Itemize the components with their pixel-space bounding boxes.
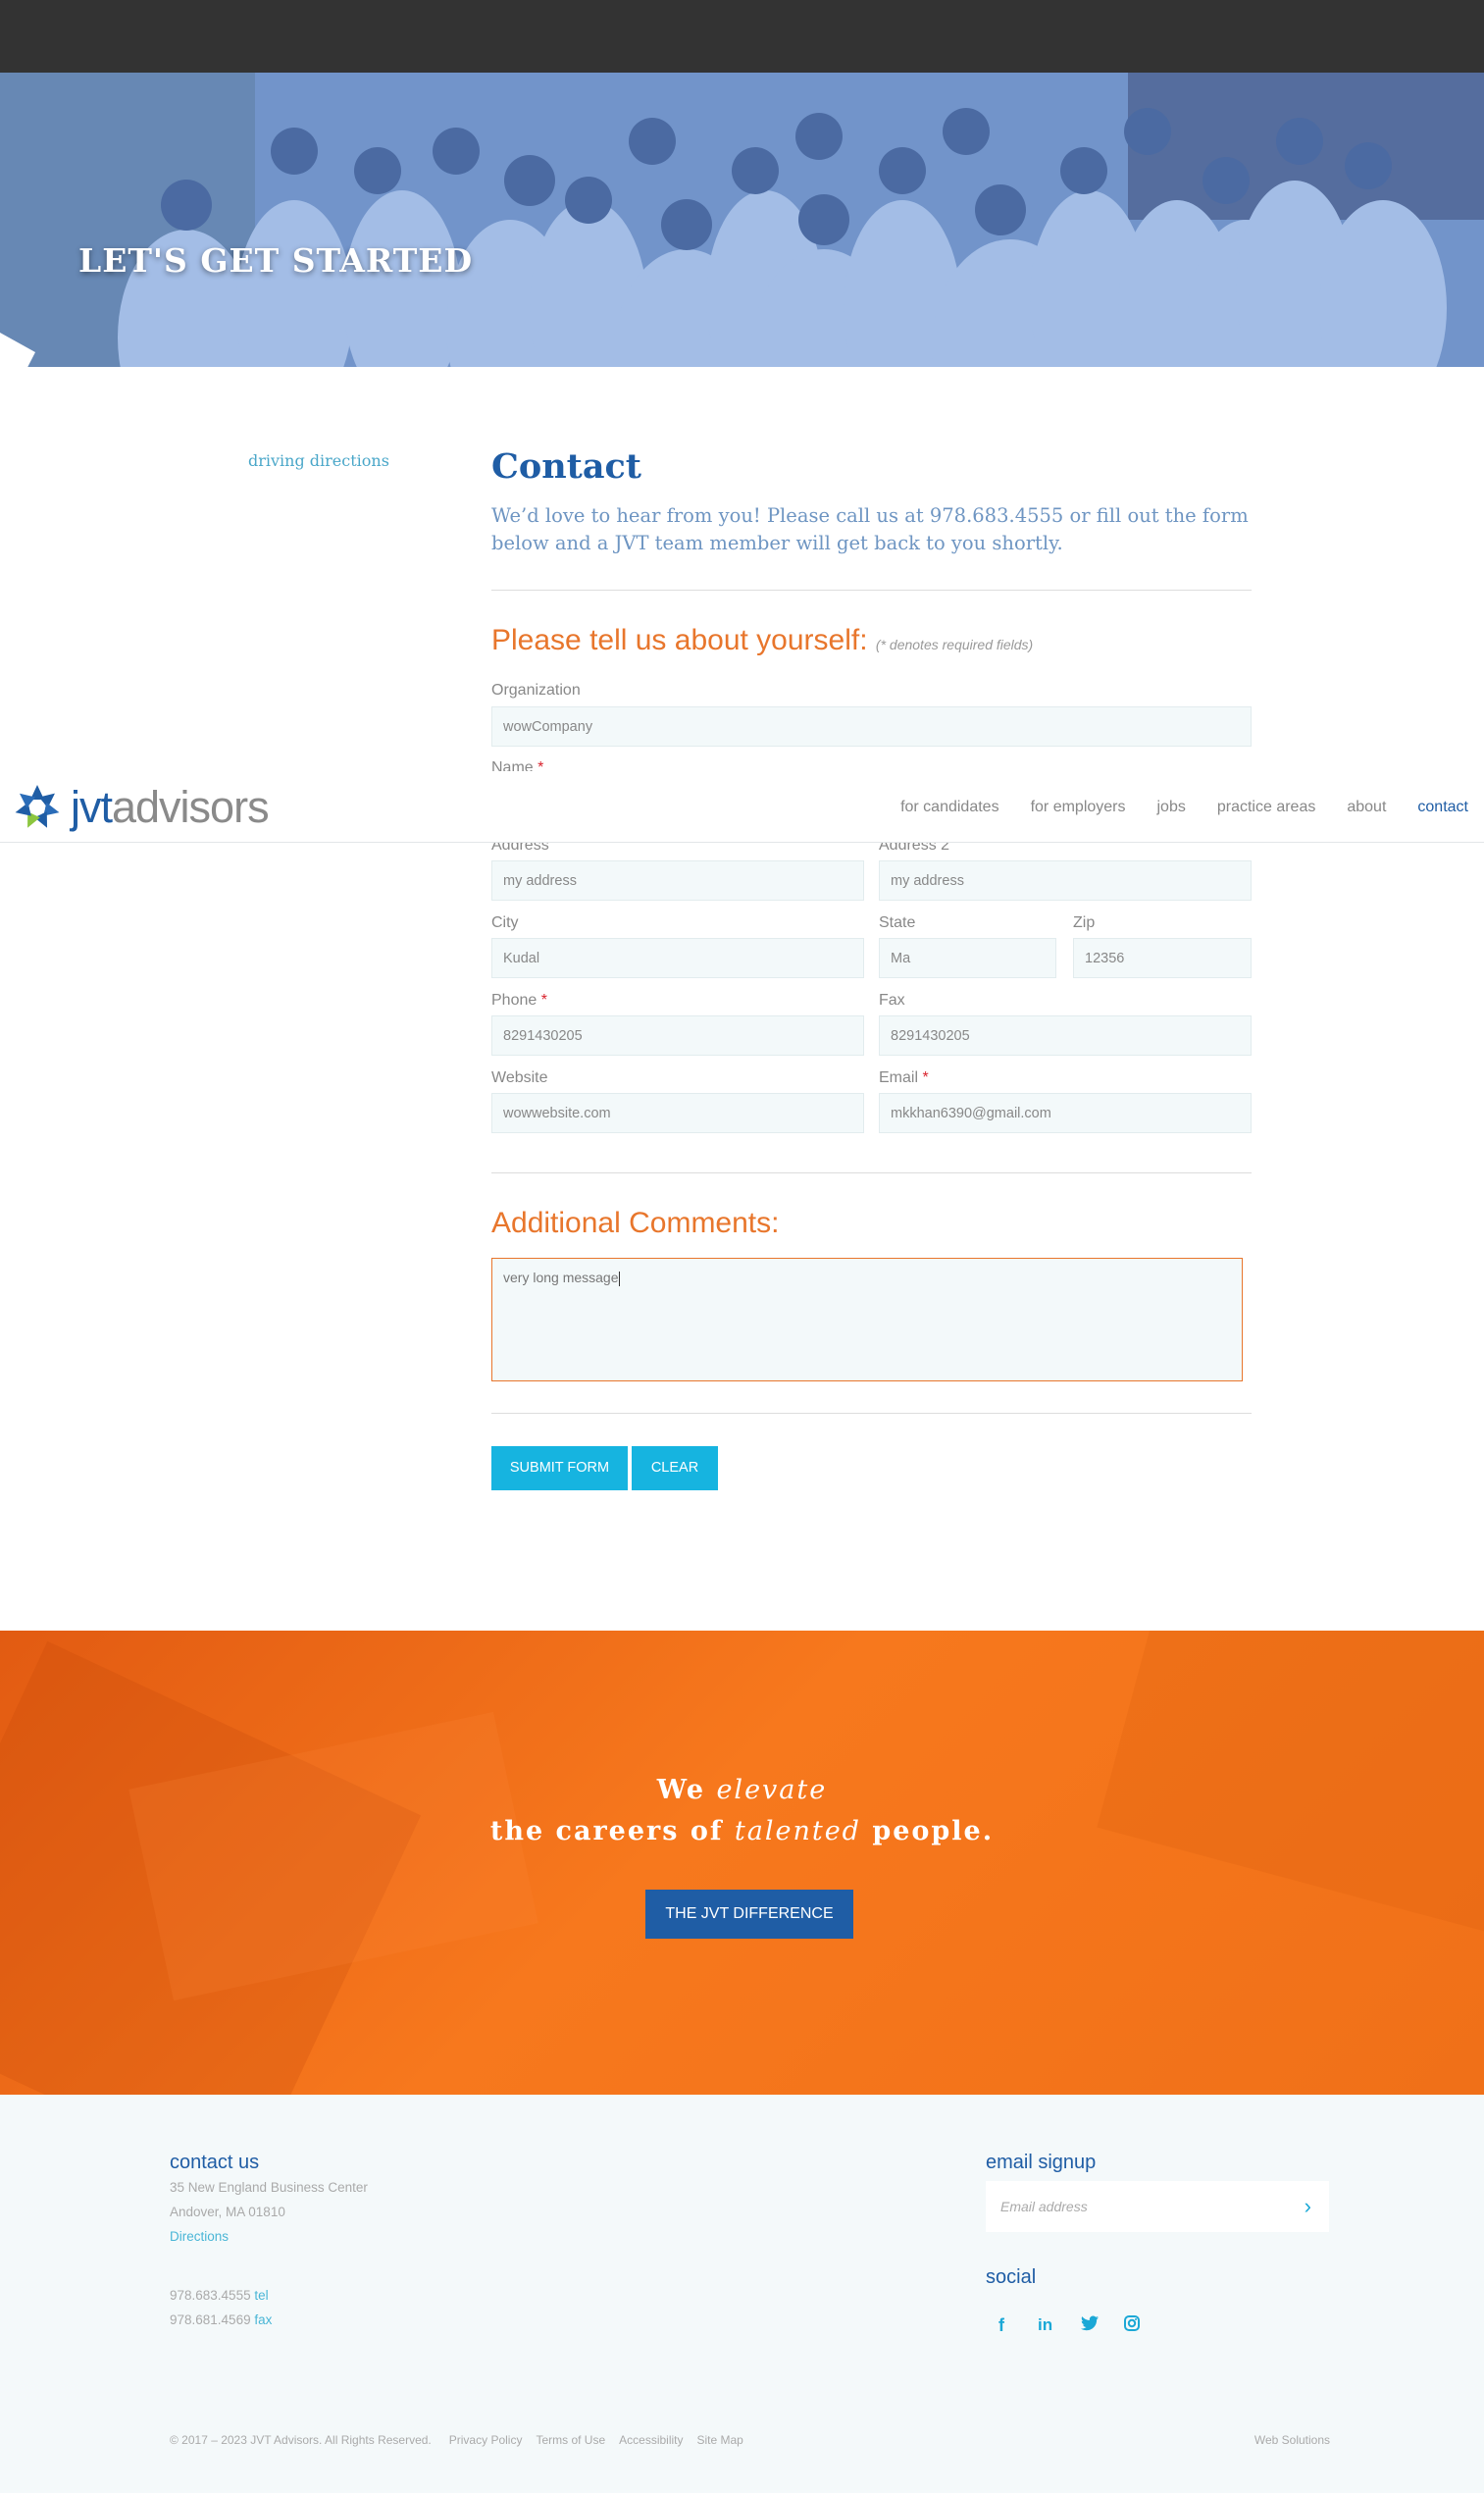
- twitter-icon[interactable]: [1081, 2315, 1099, 2336]
- copyright: © 2017 – 2023 JVT Advisors. All Rights R…: [170, 2433, 432, 2447]
- name-label: Name *: [491, 759, 543, 771]
- comments-textarea[interactable]: very long message: [491, 1258, 1243, 1381]
- email-label: Email *: [879, 1069, 929, 1087]
- facebook-icon[interactable]: f: [998, 2315, 1004, 2336]
- hero-banner: LET'S GET STARTED: [0, 73, 1484, 367]
- state-field[interactable]: Ma: [879, 938, 1056, 978]
- city-label: City: [491, 914, 519, 931]
- site-map-link[interactable]: Site Map: [697, 2433, 743, 2447]
- linkedin-icon[interactable]: in: [1038, 2315, 1052, 2335]
- nav-item-jobs[interactable]: jobs: [1157, 799, 1186, 816]
- zip-field[interactable]: 12356: [1073, 938, 1252, 978]
- fax-label: Fax: [879, 992, 905, 1009]
- nav-item-about[interactable]: about: [1347, 799, 1386, 816]
- comments-value: very long message: [503, 1270, 619, 1285]
- email-field[interactable]: mkkhan6390@gmail.com: [879, 1093, 1252, 1133]
- jvt-difference-button[interactable]: THE JVT DIFFERENCE: [645, 1890, 853, 1939]
- phone-label: Phone *: [491, 992, 547, 1010]
- form-section-title: Please tell us about yourself: (* denote…: [491, 624, 1033, 657]
- address-field[interactable]: my address: [491, 860, 864, 901]
- phone-label-text: Phone: [491, 992, 537, 1009]
- nav-item-contact[interactable]: contact: [1417, 799, 1468, 816]
- fax-field[interactable]: 8291430205: [879, 1015, 1252, 1056]
- cta-emphasis: elevate: [716, 1775, 828, 1805]
- site-navbar: jvtadvisors for candidates for employers…: [0, 772, 1484, 843]
- logo-jvt: jvt: [71, 782, 113, 832]
- footer-contact-title: contact us: [170, 2152, 260, 2173]
- footer-legal-row: © 2017 – 2023 JVT Advisors. All Rights R…: [170, 2433, 743, 2447]
- instagram-icon[interactable]: [1124, 2315, 1140, 2336]
- email-signup-input[interactable]: Email address ›: [986, 2181, 1329, 2232]
- contact-intro: We’d love to hear from you! Please call …: [491, 504, 1249, 554]
- tel-label: tel: [254, 2288, 269, 2303]
- hero-tint: [0, 73, 1484, 367]
- footer-tel: 978.683.4555 tel: [170, 2288, 269, 2303]
- name-label-text: Name: [491, 759, 534, 771]
- organization-field[interactable]: wowCompany: [491, 706, 1252, 747]
- divider: [491, 1172, 1252, 1173]
- footer-fax: 978.681.4569 fax: [170, 2312, 272, 2327]
- address2-field[interactable]: my address: [879, 860, 1252, 901]
- accessibility-link[interactable]: Accessibility: [619, 2433, 683, 2447]
- fax-label: fax: [254, 2312, 273, 2327]
- cta-band: [0, 1631, 1484, 2095]
- text-caret: [618, 1271, 620, 1286]
- phone-field[interactable]: 8291430205: [491, 1015, 864, 1056]
- comments-title: Additional Comments:: [491, 1207, 780, 1239]
- clear-button[interactable]: CLEAR: [632, 1446, 718, 1490]
- divider: [491, 1413, 1252, 1414]
- web-solutions-link[interactable]: Web Solutions: [1254, 2433, 1330, 2447]
- cta-line-2: the careers of talented people.: [0, 1816, 1484, 1846]
- website-label: Website: [491, 1069, 548, 1086]
- hero-accent-triangle: [0, 333, 35, 367]
- social-title: social: [986, 2266, 1037, 2288]
- footer-directions-link[interactable]: Directions: [170, 2229, 229, 2244]
- divider: [491, 590, 1252, 591]
- organization-label: Organization: [491, 682, 581, 699]
- top-bar: [0, 0, 1484, 73]
- page-title: Contact: [491, 446, 641, 487]
- privacy-policy-link[interactable]: Privacy Policy: [449, 2433, 523, 2447]
- jvt-star-logo-icon: [15, 785, 60, 828]
- zip-label: Zip: [1073, 914, 1096, 931]
- nav-item-for-candidates[interactable]: for candidates: [900, 799, 999, 816]
- email-signup-title: email signup: [986, 2152, 1097, 2173]
- footer-address-line2: Andover, MA 01810: [170, 2205, 285, 2219]
- required-star: *: [537, 759, 544, 771]
- chevron-right-icon[interactable]: ›: [1305, 2194, 1311, 2219]
- required-star: *: [922, 1069, 929, 1086]
- nav-item-practice-areas[interactable]: practice areas: [1217, 799, 1316, 816]
- cta-line-1: We elevate: [0, 1775, 1484, 1805]
- email-label-text: Email: [879, 1069, 919, 1086]
- cta-text: people.: [860, 1816, 995, 1846]
- city-field[interactable]: Kudal: [491, 938, 864, 978]
- state-label: State: [879, 914, 916, 931]
- submit-form-button[interactable]: SUBMIT FORM: [491, 1446, 628, 1490]
- jvt-logo[interactable]: jvtadvisors: [14, 782, 270, 833]
- tel-number: 978.683.4555: [170, 2288, 251, 2303]
- cta-emphasis: talented: [734, 1816, 861, 1846]
- form-section-title-text: Please tell us about yourself:: [491, 624, 868, 656]
- main-nav: for candidates for employers jobs practi…: [869, 772, 1468, 843]
- driving-directions-link[interactable]: driving directions: [248, 451, 389, 470]
- cta-text: the careers of: [489, 1816, 735, 1846]
- logo-text: jvtadvisors: [71, 782, 270, 833]
- cta-text: We: [656, 1775, 717, 1805]
- fax-number: 978.681.4569: [170, 2312, 251, 2327]
- terms-of-use-link[interactable]: Terms of Use: [536, 2433, 605, 2447]
- website-field[interactable]: wowwebsite.com: [491, 1093, 864, 1133]
- footer-address-line1: 35 New England Business Center: [170, 2180, 368, 2195]
- nav-item-for-employers[interactable]: for employers: [1031, 799, 1126, 816]
- email-signup-placeholder: Email address: [1000, 2199, 1088, 2214]
- required-star: *: [540, 992, 547, 1009]
- required-note: (* denotes required fields): [875, 637, 1034, 652]
- logo-advisors: advisors: [112, 782, 270, 832]
- hero-title: LET'S GET STARTED: [78, 241, 474, 280]
